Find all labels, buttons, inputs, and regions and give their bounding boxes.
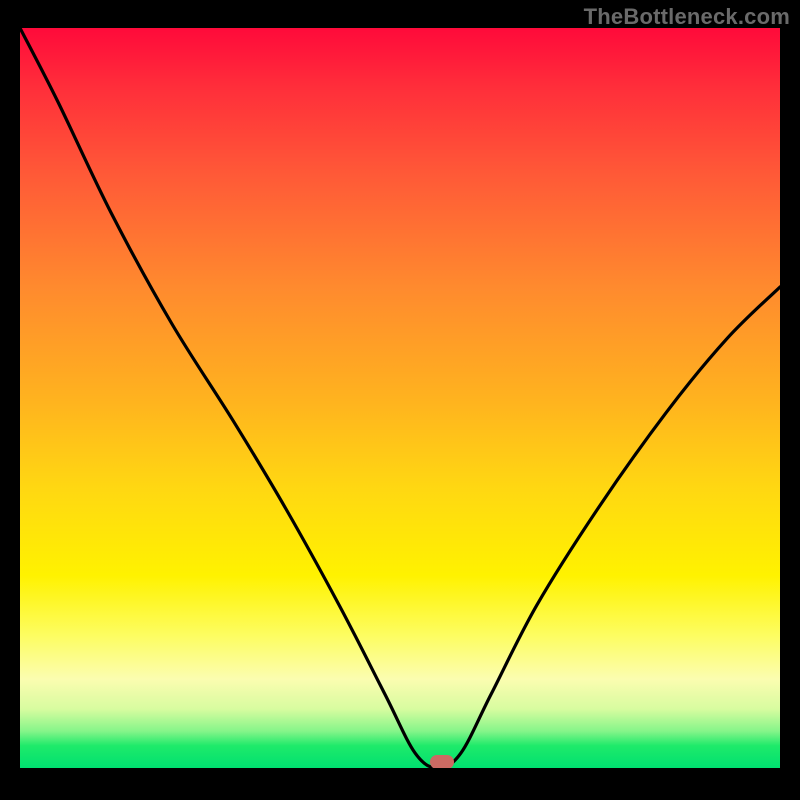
curve-layer	[20, 28, 780, 768]
bottleneck-curve	[20, 28, 780, 768]
attribution-text: TheBottleneck.com	[584, 4, 790, 30]
plot-area	[20, 28, 780, 768]
optimal-marker	[430, 755, 454, 768]
chart-frame: TheBottleneck.com	[0, 0, 800, 800]
